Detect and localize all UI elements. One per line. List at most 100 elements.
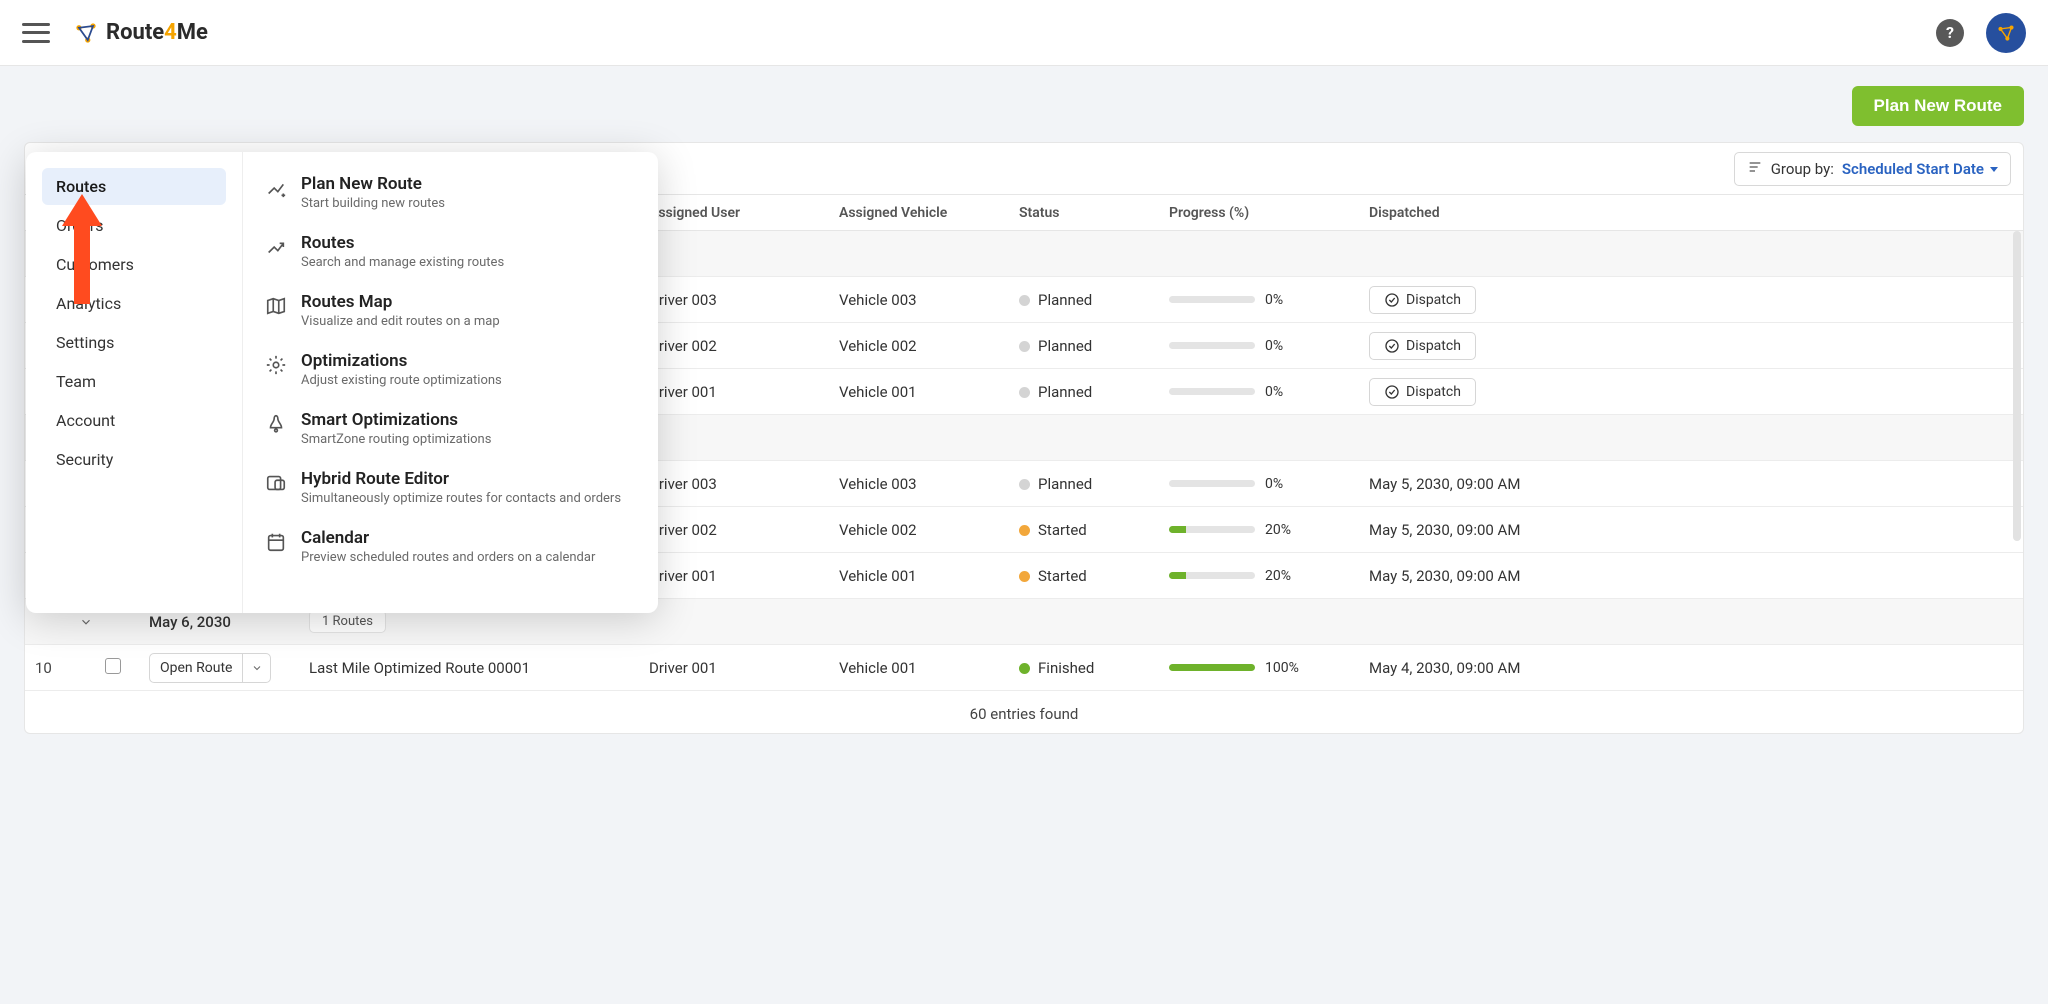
cell-assigned-user: Driver 002 xyxy=(649,337,839,355)
cell-dispatched: May 5, 2030, 09:00 AM xyxy=(1369,475,1559,493)
cell-progress: 0% xyxy=(1169,384,1369,400)
group-by-dropdown[interactable]: Group by: Scheduled Start Date xyxy=(1734,152,2011,186)
cell-assigned-vehicle: Vehicle 003 xyxy=(839,291,1019,309)
logo-text: Route4Me xyxy=(106,20,208,45)
cell-assigned-user: Driver 001 xyxy=(649,383,839,401)
cell-progress: 0% xyxy=(1169,292,1369,308)
submenu-item-optimizations[interactable]: Optimizations Adjust existing route opti… xyxy=(265,351,636,388)
row-number: 10 xyxy=(35,659,105,677)
chevron-down-icon[interactable] xyxy=(242,654,270,682)
submenu-item-smart-optimizations[interactable]: Smart Optimizations SmartZone routing op… xyxy=(265,410,636,447)
submenu-subtitle: Adjust existing route optimizations xyxy=(301,373,502,388)
avatar[interactable] xyxy=(1986,13,2026,53)
open-route-button[interactable]: Open Route xyxy=(149,653,271,683)
avatar-icon xyxy=(1995,22,2017,44)
submenu-subtitle: Preview scheduled routes and orders on a… xyxy=(301,550,595,565)
nav-item-analytics[interactable]: Analytics xyxy=(42,285,226,322)
cell-assigned-vehicle: Vehicle 002 xyxy=(839,521,1019,539)
table-footer: 60 entries found xyxy=(25,691,2023,733)
cell-status: Planned xyxy=(1019,337,1169,355)
plan-new-route-button[interactable]: Plan New Route xyxy=(1852,86,2024,126)
cell-assigned-vehicle: Vehicle 001 xyxy=(839,383,1019,401)
col-assigned-vehicle: Assigned Vehicle xyxy=(839,205,1019,221)
submenu-subtitle: SmartZone routing optimizations xyxy=(301,432,491,447)
cell-assigned-user: Driver 001 xyxy=(649,567,839,585)
scrollbar[interactable] xyxy=(2013,231,2021,541)
hamburger-menu-button[interactable] xyxy=(22,23,50,43)
nav-submenu: Plan New Route Start building new routes… xyxy=(243,152,658,613)
nav-item-orders[interactable]: Orders xyxy=(42,207,226,244)
dispatch-button[interactable]: Dispatch xyxy=(1369,332,1476,360)
cell-progress: 0% xyxy=(1169,338,1369,354)
submenu-subtitle: Start building new routes xyxy=(301,196,445,211)
submenu-item-routes-map[interactable]: Routes Map Visualize and edit routes on … xyxy=(265,292,636,329)
submenu-item-routes[interactable]: Routes Search and manage existing routes xyxy=(265,233,636,270)
cell-dispatched: Dispatch xyxy=(1369,378,1559,406)
cell-status: Finished xyxy=(1019,659,1169,677)
cell-dispatched: May 5, 2030, 09:00 AM xyxy=(1369,521,1559,539)
nav-item-account[interactable]: Account xyxy=(42,402,226,439)
submenu-item-calendar[interactable]: Calendar Preview scheduled routes and or… xyxy=(265,528,636,565)
nav-item-security[interactable]: Security xyxy=(42,441,226,478)
group-route-count: 1 Routes xyxy=(309,610,386,633)
nav-item-settings[interactable]: Settings xyxy=(42,324,226,361)
submenu-icon xyxy=(265,472,287,494)
route-name: Last Mile Optimized Route 00001 xyxy=(309,659,649,677)
cell-assigned-vehicle: Vehicle 002 xyxy=(839,337,1019,355)
help-icon[interactable]: ? xyxy=(1936,19,1964,47)
submenu-title: Smart Optimizations xyxy=(301,410,491,430)
col-status: Status xyxy=(1019,205,1169,221)
logo[interactable]: Route4Me xyxy=(72,19,208,47)
submenu-title: Hybrid Route Editor xyxy=(301,469,621,489)
submenu-icon xyxy=(265,354,287,376)
dispatch-button[interactable]: Dispatch xyxy=(1369,378,1476,406)
cell-status: Planned xyxy=(1019,475,1169,493)
cell-dispatched: Dispatch xyxy=(1369,286,1559,314)
page: Plan New Route Group by: Scheduled Start… xyxy=(0,66,2048,1004)
submenu-subtitle: Search and manage existing routes xyxy=(301,255,504,270)
nav-item-routes[interactable]: Routes xyxy=(42,168,226,205)
cell-progress: 20% xyxy=(1169,568,1369,584)
nav-item-customers[interactable]: Customers xyxy=(42,246,226,283)
cell-status: Planned xyxy=(1019,383,1169,401)
submenu-title: Plan New Route xyxy=(301,174,445,194)
cell-progress: 100% xyxy=(1169,660,1369,676)
col-dispatched: Dispatched xyxy=(1369,205,1559,221)
cell-progress: 20% xyxy=(1169,522,1369,538)
group-by-icon xyxy=(1747,159,1763,179)
cell-assigned-vehicle: Vehicle 001 xyxy=(839,659,1019,677)
topbar: Route4Me ? xyxy=(0,0,2048,66)
table-row[interactable]: 10 Open Route Last Mile Optimized Route … xyxy=(25,645,2023,691)
group-by-label: Group by: xyxy=(1771,160,1834,178)
nav-item-team[interactable]: Team xyxy=(42,363,226,400)
cell-assigned-user: Driver 002 xyxy=(649,521,839,539)
submenu-icon xyxy=(265,413,287,435)
row-checkbox[interactable] xyxy=(105,658,121,674)
submenu-item-hybrid-route-editor[interactable]: Hybrid Route Editor Simultaneously optim… xyxy=(265,469,636,506)
submenu-icon xyxy=(265,177,287,199)
submenu-subtitle: Simultaneously optimize routes for conta… xyxy=(301,491,621,506)
group-date: May 6, 2030 xyxy=(149,613,309,631)
col-progress: Progress (%) xyxy=(1169,205,1369,221)
cell-status: Planned xyxy=(1019,291,1169,309)
cell-assigned-vehicle: Vehicle 003 xyxy=(839,475,1019,493)
dispatch-button[interactable]: Dispatch xyxy=(1369,286,1476,314)
submenu-title: Routes Map xyxy=(301,292,500,312)
cell-assigned-user: Driver 001 xyxy=(649,659,839,677)
submenu-item-plan-new-route[interactable]: Plan New Route Start building new routes xyxy=(265,174,636,211)
cell-assigned-vehicle: Vehicle 001 xyxy=(839,567,1019,585)
cell-assigned-user: Driver 003 xyxy=(649,291,839,309)
submenu-title: Calendar xyxy=(301,528,595,548)
cell-dispatched: May 5, 2030, 09:00 AM xyxy=(1369,567,1559,585)
submenu-icon xyxy=(265,236,287,258)
page-header-row: Plan New Route xyxy=(24,86,2024,126)
cell-assigned-user: Driver 003 xyxy=(649,475,839,493)
cell-dispatched: May 4, 2030, 09:00 AM xyxy=(1369,659,1559,677)
cell-dispatched: Dispatch xyxy=(1369,332,1559,360)
cell-status: Started xyxy=(1019,521,1169,539)
group-by-value: Scheduled Start Date xyxy=(1842,160,1998,178)
submenu-icon xyxy=(265,295,287,317)
navigation-menu: RoutesOrdersCustomersAnalyticsSettingsTe… xyxy=(26,152,658,613)
cell-status: Started xyxy=(1019,567,1169,585)
submenu-title: Optimizations xyxy=(301,351,502,371)
